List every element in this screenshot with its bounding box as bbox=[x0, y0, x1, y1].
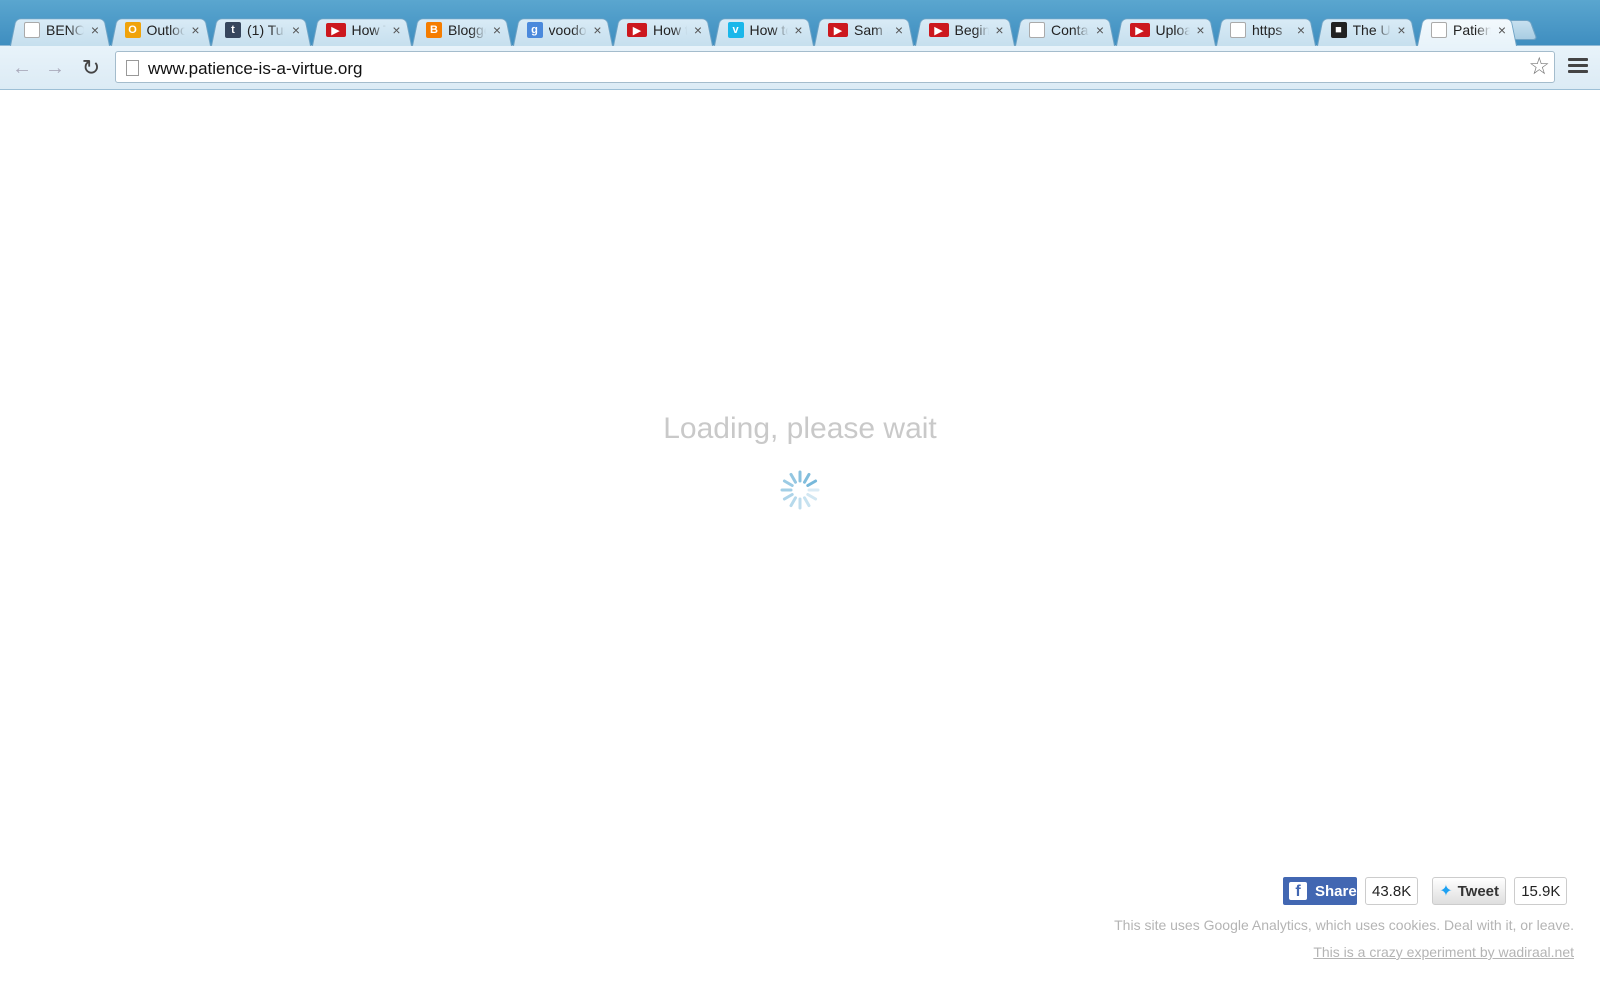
browser-tab[interactable]: BENO × bbox=[10, 14, 110, 46]
menu-icon[interactable] bbox=[1568, 58, 1588, 76]
tab-close-icon[interactable]: × bbox=[792, 23, 806, 37]
tab-title: voodoo bbox=[548, 22, 587, 38]
bookmark-star-icon[interactable]: ☆ bbox=[1528, 54, 1550, 80]
twitter-tweet-label: Tweet bbox=[1457, 882, 1500, 900]
browser-tab[interactable]: ▶ How to × bbox=[613, 14, 713, 46]
google-icon: g bbox=[526, 22, 543, 38]
tab-close-icon[interactable]: × bbox=[390, 23, 404, 37]
loading-message: Loading, please wait bbox=[663, 412, 937, 445]
browser-tab[interactable]: gvoodoo × bbox=[512, 14, 613, 46]
browser-tab[interactable]: Contact × bbox=[1015, 14, 1115, 46]
unique-icon: ■ bbox=[1330, 22, 1347, 38]
tab-title: Upload bbox=[1155, 22, 1190, 38]
tab-title: How to bbox=[749, 22, 788, 38]
loading-spinner-icon bbox=[780, 470, 820, 510]
tab-title: Outlook bbox=[146, 22, 185, 38]
twitter-tweet-button[interactable]: ✦ Tweet bbox=[1432, 877, 1507, 905]
forward-icon[interactable]: → bbox=[43, 56, 67, 80]
browser-tab[interactable]: ■ The Unique × bbox=[1316, 14, 1417, 46]
youtube-icon: ▶ bbox=[1129, 23, 1150, 37]
reload-icon[interactable]: ↻ bbox=[79, 56, 103, 80]
page-icon bbox=[1230, 22, 1246, 38]
facebook-share-label: Share bbox=[1315, 882, 1357, 900]
tab-close-icon[interactable]: × bbox=[1395, 23, 1409, 37]
youtube-icon: ▶ bbox=[928, 23, 949, 37]
address-bar[interactable]: www.patience-is-a-virtue.org ☆ bbox=[115, 51, 1555, 83]
tab-close-icon[interactable]: × bbox=[1495, 23, 1509, 37]
tab-title: How To bbox=[351, 22, 386, 38]
credit-link[interactable]: This is a crazy experiment by wadiraal.n… bbox=[1313, 944, 1574, 960]
browser-tab[interactable]: ▶ How To × bbox=[311, 14, 412, 46]
youtube-icon: ▶ bbox=[828, 23, 848, 37]
browser-tab[interactable]: Patience × bbox=[1417, 14, 1517, 46]
blogger-icon: B bbox=[426, 22, 442, 38]
tab-title: How to bbox=[653, 22, 687, 38]
tab-title: BENO bbox=[46, 22, 84, 38]
tab-close-icon[interactable]: × bbox=[289, 23, 303, 37]
tab-close-icon[interactable]: × bbox=[892, 23, 906, 37]
tab-title: The Unique bbox=[1352, 22, 1391, 38]
tab-title: Sam Smith bbox=[854, 22, 888, 38]
tab-close-icon[interactable]: × bbox=[993, 23, 1007, 37]
tab-strip: BENO × O Outlook × t (1) Tumblr × ▶ How To × B Blogg… bbox=[0, 0, 1600, 46]
facebook-share-count: 43.8K bbox=[1365, 877, 1419, 905]
browser-tab[interactable]: v How to × bbox=[713, 14, 814, 46]
facebook-share-button[interactable]: f Share bbox=[1283, 877, 1357, 905]
tab-close-icon[interactable]: × bbox=[591, 23, 605, 37]
cookie-notice: This site uses Google Analytics, which u… bbox=[1114, 917, 1574, 933]
browser-tab[interactable]: ▶ Upload × bbox=[1115, 14, 1216, 46]
tab-title: Contact bbox=[1051, 22, 1089, 38]
vimeo-icon: v bbox=[727, 22, 744, 38]
browser-tab[interactable]: B Blogger × bbox=[412, 14, 512, 46]
facebook-icon: f bbox=[1289, 882, 1307, 900]
twitter-bird-icon: ✦ bbox=[1439, 883, 1453, 900]
page-icon bbox=[24, 22, 40, 38]
twitter-tweet-count: 15.9K bbox=[1514, 877, 1568, 905]
tab-close-icon[interactable]: × bbox=[691, 23, 705, 37]
tab-close-icon[interactable]: × bbox=[1294, 23, 1308, 37]
tab-close-icon[interactable]: × bbox=[1093, 23, 1107, 37]
tab-close-icon[interactable]: × bbox=[189, 23, 203, 37]
tab-title: Blogger bbox=[448, 22, 486, 38]
address-url[interactable]: www.patience-is-a-virtue.org bbox=[148, 59, 362, 79]
browser-tab[interactable]: t (1) Tumblr × bbox=[211, 14, 311, 46]
page-icon bbox=[126, 60, 139, 76]
browser-tab[interactable]: O Outlook × bbox=[110, 14, 211, 46]
outlook-icon: O bbox=[124, 22, 141, 38]
page-icon bbox=[1431, 22, 1447, 38]
tab-title: (1) Tumblr bbox=[247, 22, 285, 38]
back-icon[interactable]: ← bbox=[10, 56, 34, 80]
share-bar: f Share 43.8K ✦ Tweet 15.9K bbox=[1283, 877, 1568, 905]
tab-close-icon[interactable]: × bbox=[490, 23, 504, 37]
tab-title: https bbox=[1252, 22, 1283, 38]
youtube-icon: ▶ bbox=[627, 23, 647, 37]
tab-close-icon[interactable]: × bbox=[88, 23, 102, 37]
tab-title: Beginner bbox=[954, 22, 989, 38]
browser-tab[interactable]: ▶ Sam Smith × bbox=[814, 14, 914, 46]
youtube-icon: ▶ bbox=[325, 23, 346, 37]
browser-toolbar: ← → ↻ www.patience-is-a-virtue.org ☆ bbox=[0, 46, 1600, 90]
tumblr-icon: t bbox=[225, 22, 241, 38]
browser-tab[interactable]: https × bbox=[1216, 14, 1316, 46]
page-icon bbox=[1029, 22, 1045, 38]
tab-close-icon[interactable]: × bbox=[1194, 23, 1208, 37]
tab-title: Patience bbox=[1453, 22, 1491, 38]
browser-tab[interactable]: ▶ Beginner × bbox=[914, 14, 1015, 46]
